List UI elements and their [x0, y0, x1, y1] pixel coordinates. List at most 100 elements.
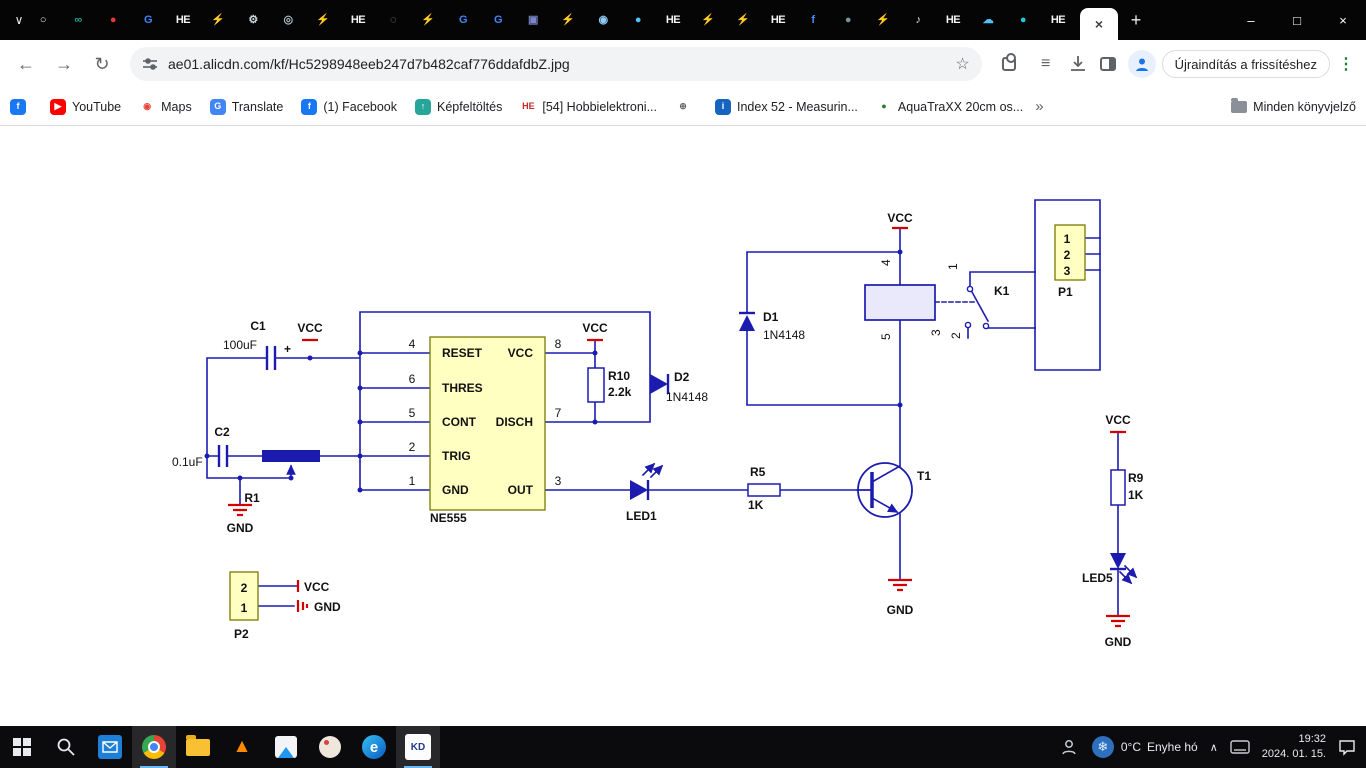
browser-tab[interactable]: f — [800, 0, 826, 40]
browser-tab[interactable]: ⚡ — [730, 0, 756, 40]
d2-ref: D2 — [674, 370, 690, 384]
file-explorer-icon — [186, 734, 210, 756]
bookmark-favicon: i — [715, 98, 731, 115]
browser-tab[interactable]: ☁ — [975, 0, 1001, 40]
r10-ref: R10 — [608, 369, 630, 383]
browser-tab[interactable]: ● — [835, 0, 861, 40]
new-tab-button[interactable]: + — [1122, 10, 1150, 31]
paint-app-button[interactable] — [308, 726, 352, 768]
download-icon[interactable] — [1068, 54, 1088, 74]
tab-search-chevron-icon[interactable]: ∨ — [8, 13, 30, 27]
kd-app-button[interactable]: KD — [396, 726, 440, 768]
browser-tab[interactable]: G — [485, 0, 511, 40]
gnd-symbols — [228, 503, 1130, 628]
minimize-button[interactable]: – — [1228, 0, 1274, 40]
tab-favicon: ⚡ — [876, 13, 890, 26]
bookmark-item[interactable]: i Index 52 - Measurin... — [715, 98, 858, 115]
browser-tab[interactable]: HE — [170, 0, 196, 40]
bookmark-item[interactable]: ↑ Képfeltöltés — [415, 98, 502, 115]
browser-tab[interactable]: ● — [1010, 0, 1036, 40]
browser-tab[interactable]: ⚡ — [555, 0, 581, 40]
browser-tab[interactable]: ∞ — [65, 0, 91, 40]
c1-plus: + — [284, 342, 291, 356]
file-explorer-button[interactable] — [176, 726, 220, 768]
browser-tab[interactable]: ▣ — [520, 0, 546, 40]
system-tray: ❄ 0°C Enyhe hó ∧ 19:32 2024. 01. 15. — [1060, 726, 1366, 768]
bookmark-item[interactable]: G Translate — [209, 98, 283, 115]
bookmark-item[interactable]: f — [10, 98, 32, 115]
back-button[interactable]: ← — [10, 48, 42, 80]
ic-pin-label: OUT — [508, 483, 534, 497]
bookmark-item[interactable]: ▶ YouTube — [50, 98, 121, 115]
people-button[interactable] — [1060, 726, 1080, 768]
browser-tab[interactable]: HE — [940, 0, 966, 40]
browser-tab[interactable]: ◌ — [380, 0, 406, 40]
menu-kebab-icon[interactable]: ⋮ — [1336, 54, 1356, 74]
ic-pin-number: 1 — [409, 474, 416, 488]
ic-pin-label: DISCH — [496, 415, 533, 429]
start-button[interactable] — [0, 726, 44, 768]
ic-pin-label: TRIG — [442, 449, 471, 463]
tab-list: ○ ∞ ● G HE ⚡ ⚙ ◎ ⚡ HE ◌ ⚡ G G ▣ ⚡ ◉ ● HE… — [30, 0, 1080, 40]
tab-favicon: HE — [350, 13, 366, 26]
browser-tab[interactable]: ⚡ — [415, 0, 441, 40]
snow-icon: ❄ — [1091, 736, 1114, 758]
browser-tab[interactable]: G — [450, 0, 476, 40]
browser-tab[interactable]: HE — [765, 0, 791, 40]
mail-app-button[interactable] — [88, 726, 132, 768]
tab-favicon: ● — [109, 13, 117, 26]
browser-tab[interactable]: G — [135, 0, 161, 40]
address-bar[interactable]: ae01.alicdn.com/kf/Hc5298948eeb247d7b482… — [130, 47, 982, 81]
site-info-icon[interactable] — [142, 56, 158, 72]
reading-list-icon[interactable]: ≡ — [1030, 48, 1062, 80]
browser-tab[interactable]: ⚡ — [205, 0, 231, 40]
browser-tab[interactable]: ♪ — [905, 0, 931, 40]
profile-avatar[interactable] — [1127, 50, 1156, 78]
clock-time: 19:32 — [1298, 732, 1326, 745]
clock-widget[interactable]: 19:32 2024. 01. 15. — [1262, 732, 1326, 763]
maximize-button[interactable]: □ — [1274, 0, 1320, 40]
action-center-button[interactable] — [1338, 726, 1356, 768]
r5-resistor — [747, 483, 781, 497]
browser-tab[interactable]: ● — [100, 0, 126, 40]
active-tab[interactable]: × — [1080, 8, 1118, 40]
weather-widget[interactable]: ❄ 0°C Enyhe hó — [1091, 736, 1198, 758]
bookmark-star-icon[interactable]: ☆ — [955, 54, 969, 74]
browser-tab[interactable]: ⚡ — [870, 0, 896, 40]
browser-tab[interactable]: HE — [1045, 0, 1071, 40]
all-bookmarks-button[interactable]: Minden könyvjelző — [1231, 97, 1356, 114]
extensions-puzzle-icon[interactable] — [1001, 53, 1016, 71]
chrome-app-button[interactable] — [132, 726, 176, 768]
photos-app-button[interactable] — [264, 726, 308, 768]
bookmark-item[interactable]: HE [54] Hobbielektroni... — [520, 99, 657, 115]
r5-ref: R5 — [750, 465, 766, 479]
browser-tab[interactable]: HE — [345, 0, 371, 40]
vlc-app-button[interactable]: ▲ — [220, 726, 264, 768]
bookmark-item[interactable]: ⊕ — [675, 99, 697, 115]
bookmark-item[interactable]: ● AquaTraXX 20cm os... — [876, 99, 1023, 115]
bookmark-item[interactable]: f (1) Facebook — [301, 98, 397, 115]
close-button[interactable]: × — [1320, 0, 1366, 40]
browser-tab[interactable]: ◉ — [590, 0, 616, 40]
bookmark-item[interactable]: ◉ Maps — [139, 99, 192, 115]
bookmark-favicon: G — [209, 98, 226, 115]
side-panel-icon[interactable] — [1099, 57, 1116, 71]
taskbar-search-button[interactable] — [44, 726, 88, 768]
tab-close-icon[interactable]: × — [1095, 16, 1103, 32]
browser-tab[interactable]: ◎ — [275, 0, 301, 40]
browser-tab[interactable]: ⚡ — [310, 0, 336, 40]
bookmarks-overflow-icon[interactable]: » — [1035, 98, 1043, 115]
browser-tab[interactable]: ⚙ — [240, 0, 266, 40]
browser-tab[interactable]: ● — [625, 0, 651, 40]
update-button[interactable]: Újraindítás a frissítéshez — [1161, 50, 1330, 78]
forward-button[interactable]: → — [48, 48, 80, 80]
touch-keyboard-button[interactable] — [1230, 726, 1250, 768]
tray-chevron-up-icon[interactable]: ∧ — [1210, 726, 1218, 768]
p2-pin-number: 1 — [241, 601, 248, 615]
reload-button[interactable]: ↻ — [86, 48, 118, 80]
keyboard-icon — [1230, 740, 1250, 754]
browser-tab[interactable]: ○ — [30, 0, 56, 40]
edge-app-button[interactable]: e — [352, 726, 396, 768]
browser-tab[interactable]: ⚡ — [695, 0, 721, 40]
browser-tab[interactable]: HE — [660, 0, 686, 40]
